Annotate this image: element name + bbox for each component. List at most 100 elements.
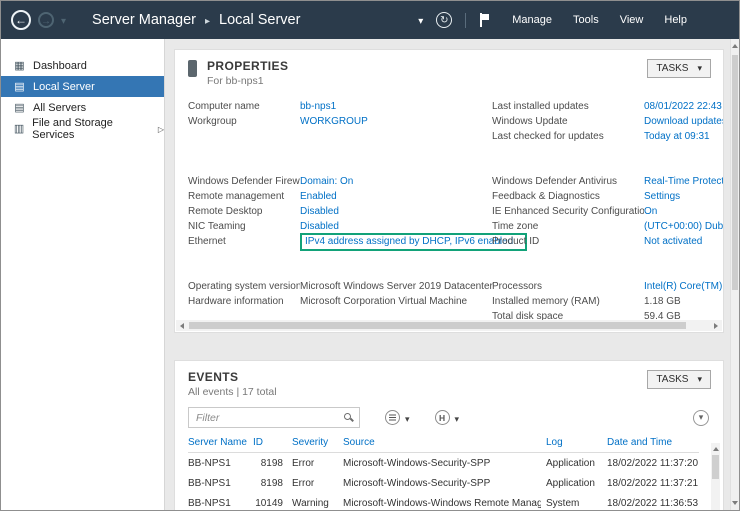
properties-grid: Computer name bb-nps1 Last installed upd… [188, 99, 723, 324]
col-source[interactable]: Source [343, 437, 541, 448]
col-id[interactable]: ID [253, 437, 287, 448]
property-value[interactable]: WORKGROUP [300, 116, 368, 127]
menu-view[interactable]: View [620, 14, 644, 26]
property-value[interactable]: 08/01/2022 22:43 [644, 101, 722, 112]
property-value[interactable]: Disabled [300, 206, 339, 217]
events-scrollbar[interactable] [711, 443, 720, 510]
property-row: Workgroup WORKGROUP Windows Update Downl… [188, 114, 723, 129]
sidebar-item-file-storage-services[interactable]: ▥ File and Storage Services [1, 117, 164, 141]
scrollbar-thumb[interactable] [712, 455, 719, 479]
property-label: Windows Update [492, 116, 568, 127]
property-value[interactable]: Disabled [300, 221, 339, 232]
property-label: Ethernet [188, 236, 226, 247]
property-row [188, 144, 723, 174]
menu-manage[interactable]: Manage [512, 14, 552, 26]
app-title: Server Manager [92, 12, 196, 28]
event-row[interactable]: BB-NPS1 8198 Error Microsoft-Windows-Sec… [188, 453, 699, 473]
property-row: Hardware information Microsoft Corporati… [188, 294, 723, 309]
events-subtitle: All events | 17 total [188, 386, 277, 398]
events-tasks-button[interactable]: TASKS [647, 370, 711, 389]
property-value[interactable]: Microsoft Corporation Virtual Machine [300, 296, 467, 307]
sidebar-item-all-servers[interactable]: ▤ All Servers [1, 97, 164, 118]
property-value[interactable]: Today at 09:31 [644, 131, 710, 142]
property-value[interactable]: 1.18 GB [644, 296, 681, 307]
property-value[interactable]: Domain: On [300, 176, 353, 187]
scroll-up-icon[interactable] [712, 447, 719, 451]
property-label: Windows Defender Firewall [188, 176, 300, 187]
property-row: NIC Teaming Disabled Time zone (UTC+00:0… [188, 219, 723, 234]
property-value[interactable]: Download updates [644, 116, 723, 127]
property-label: Remote management [188, 191, 285, 202]
event-id: 8198 [260, 457, 283, 469]
properties-title: PROPERTIES [207, 59, 289, 73]
chevron-down-icon [455, 409, 460, 427]
event-row[interactable]: BB-NPS1 8198 Error Microsoft-Windows-Sec… [188, 473, 699, 493]
server-dropdown-icon[interactable] [418, 11, 423, 29]
scroll-up-icon[interactable] [732, 44, 738, 48]
back-arrow-icon [15, 11, 27, 29]
forward-button[interactable] [38, 12, 54, 28]
property-label: IE Enhanced Security Configuration [492, 206, 644, 217]
property-value[interactable]: Not activated [644, 236, 702, 247]
expand-arrow-icon[interactable] [158, 123, 164, 135]
list-icon [389, 417, 396, 418]
grouping-h-icon: H [438, 412, 446, 423]
property-value[interactable]: (UTC+00:00) Dublin [644, 221, 723, 232]
event-row[interactable]: BB-NPS1 10149 Warning Microsoft-Windows-… [188, 493, 699, 510]
filter-options-button[interactable] [385, 409, 410, 427]
property-value[interactable]: bb-nps1 [300, 101, 336, 112]
property-label [188, 250, 300, 278]
event-server-name: BB-NPS1 [188, 477, 231, 489]
events-table-body: BB-NPS1 8198 Error Microsoft-Windows-Sec… [188, 453, 699, 510]
property-value[interactable]: Intel(R) Core(TM) i9 [644, 281, 723, 292]
back-button[interactable] [11, 10, 31, 30]
property-row: Remote Desktop Disabled IE Enhanced Secu… [188, 204, 723, 219]
storage-services-icon: ▥ [13, 123, 25, 135]
event-severity: Error [292, 457, 315, 469]
sidebar-item-dashboard[interactable]: ▦ Dashboard [1, 55, 164, 76]
property-value[interactable]: Settings [644, 191, 680, 202]
properties-header: PROPERTIES For bb-nps1 TASKS [175, 50, 723, 87]
scrollbar-thumb[interactable] [189, 322, 686, 329]
events-tile: EVENTS All events | 17 total TASKS ▾ Fil… [174, 360, 724, 510]
property-label: Product ID [492, 236, 540, 247]
tasks-label: TASKS [656, 63, 689, 74]
properties-horizontal-scrollbar[interactable] [176, 320, 722, 331]
col-log[interactable]: Log [546, 437, 602, 448]
event-datetime: 18/02/2022 11:37:20 [607, 457, 699, 469]
nav-buttons [1, 10, 66, 30]
col-date-time[interactable]: Date and Time [607, 437, 699, 448]
property-row: Computer name bb-nps1 Last installed upd… [188, 99, 723, 114]
col-severity[interactable]: Severity [292, 437, 338, 448]
menu-tools[interactable]: Tools [573, 14, 599, 26]
menu-help[interactable]: Help [664, 14, 687, 26]
scroll-down-icon[interactable] [732, 501, 738, 505]
scroll-left-icon[interactable] [180, 322, 184, 329]
filter-input[interactable] [188, 407, 360, 428]
scrollbar-thumb[interactable] [732, 55, 738, 290]
sidebar-item-local-server[interactable]: ▤ Local Server [1, 76, 164, 97]
events-toolbar: H [188, 407, 709, 428]
scroll-right-icon[interactable] [714, 322, 718, 329]
event-severity: Warning [292, 497, 329, 509]
history-dropdown-icon[interactable] [61, 11, 66, 29]
event-log: System [546, 497, 580, 509]
property-value[interactable]: Real-Time Protectio [644, 176, 723, 187]
property-label: Feedback & Diagnostics [492, 191, 600, 202]
topbar-divider [465, 12, 467, 28]
property-value[interactable]: On [644, 206, 657, 217]
event-id: 8198 [260, 477, 283, 489]
col-server-name[interactable]: Server Name [188, 437, 248, 448]
collapse-tile-button[interactable] [693, 409, 709, 426]
property-value[interactable]: Microsoft Windows Server 2019 Datacenter [300, 281, 493, 292]
property-label [188, 145, 300, 173]
main-vertical-scrollbar[interactable] [730, 39, 739, 510]
property-value[interactable]: Enabled [300, 191, 337, 202]
property-label: Last checked for updates [492, 131, 604, 142]
refresh-button[interactable] [436, 12, 453, 28]
notifications-flag-button[interactable] [479, 13, 490, 27]
properties-tasks-button[interactable]: TASKS [647, 59, 711, 78]
sidebar-item-label: Dashboard [33, 59, 87, 72]
property-label: Workgroup [188, 116, 237, 127]
grouping-button[interactable]: H [434, 409, 460, 427]
